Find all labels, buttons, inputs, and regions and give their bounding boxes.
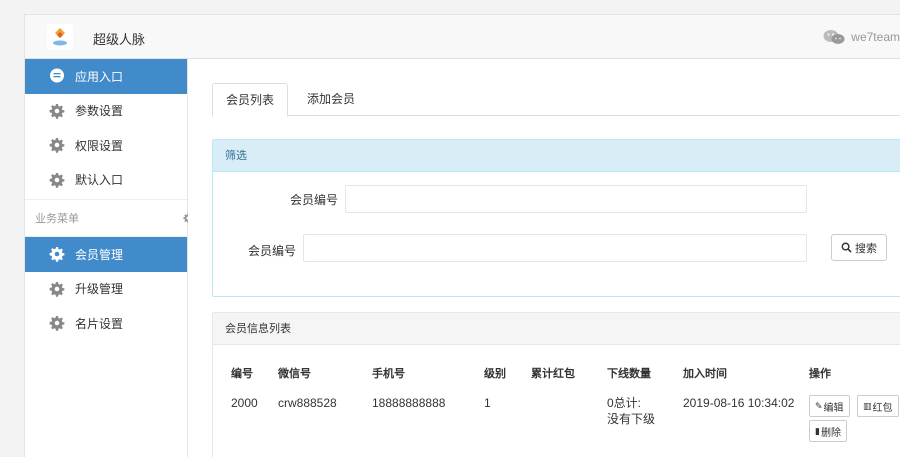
member-id-input[interactable] bbox=[345, 185, 807, 213]
sidebar-item-card-settings[interactable]: 名片设置 bbox=[25, 306, 187, 341]
sidebar-item-member-management[interactable]: 会员管理 bbox=[25, 237, 187, 272]
sidebar: 应用入口 参数设置 权限设置 默认入口 业务菜单 会员管理 升级管理 名片设置 bbox=[24, 59, 193, 457]
tab-bar: 会员列表 添加会员 bbox=[212, 83, 900, 117]
top-bar: 超级人脉 we7team bbox=[24, 14, 900, 59]
gear-icon bbox=[49, 172, 65, 188]
sidebar-item-parameter-settings[interactable]: 参数设置 bbox=[25, 94, 187, 129]
delete-button[interactable]: ▮ 删除 bbox=[809, 420, 847, 442]
cell-phone: 18888888888 bbox=[372, 396, 446, 410]
bar-chart-icon: ▥ bbox=[863, 400, 872, 411]
sidebar-item-label: 参数设置 bbox=[75, 104, 124, 119]
member-id-label: 会员编号 bbox=[290, 193, 339, 207]
cell-level: 1 bbox=[484, 396, 491, 410]
member-id-input-2[interactable] bbox=[303, 234, 807, 262]
cell-id: 2000 bbox=[231, 396, 258, 410]
sidebar-item-default-entry[interactable]: 默认入口 bbox=[25, 163, 187, 198]
red-packet-button[interactable]: ▥ 红包 bbox=[857, 395, 899, 417]
column-header-red-packet: 累计红包 bbox=[531, 368, 575, 380]
column-header-downline: 下线数量 bbox=[607, 368, 651, 380]
tab-member-list[interactable]: 会员列表 bbox=[212, 83, 289, 117]
tab-add-member[interactable]: 添加会员 bbox=[294, 83, 368, 116]
trash-icon: ▮ bbox=[815, 425, 820, 436]
column-header-operations: 操作 bbox=[809, 368, 831, 380]
app-logo-icon bbox=[47, 24, 73, 50]
sidebar-item-label: 权限设置 bbox=[75, 138, 124, 153]
sidebar-item-label: 默认入口 bbox=[75, 173, 124, 188]
edit-button[interactable]: ✎ 编辑 bbox=[809, 395, 850, 417]
sidebar-section-business-menu: 业务菜单 bbox=[25, 199, 193, 237]
filter-panel: 筛选 会员编号 会员编号 搜索 bbox=[212, 139, 900, 297]
cell-joined: 2019-08-16 10:34:02 bbox=[683, 396, 795, 410]
sidebar-item-label: 名片设置 bbox=[75, 316, 124, 331]
gear-icon bbox=[49, 281, 65, 297]
chat-bubble-icon bbox=[50, 68, 64, 83]
app-title: 超级人脉 bbox=[93, 32, 146, 47]
delete-button-label: 删除 bbox=[820, 427, 841, 439]
wechat-icon bbox=[823, 30, 845, 44]
cell-wechat: crw888528 bbox=[278, 396, 337, 410]
red-packet-button-label: 红包 bbox=[872, 402, 893, 414]
column-header-phone: 手机号 bbox=[372, 368, 405, 380]
member-list-panel: 会员信息列表 编号 微信号 手机号 级别 累计红包 下线数量 加入时间 操作 2… bbox=[212, 312, 900, 457]
sidebar-item-label: 会员管理 bbox=[75, 247, 124, 262]
sidebar-item-label: 升级管理 bbox=[75, 282, 124, 297]
search-icon bbox=[841, 242, 852, 253]
sidebar-section-label: 业务菜单 bbox=[35, 213, 79, 225]
column-header-joined: 加入时间 bbox=[683, 368, 727, 380]
filter-title: 筛选 bbox=[213, 140, 900, 172]
search-button[interactable]: 搜索 bbox=[831, 234, 887, 261]
gear-icon bbox=[49, 138, 65, 154]
column-header-id: 编号 bbox=[231, 368, 253, 380]
column-header-wechat: 微信号 bbox=[278, 368, 311, 380]
sidebar-item-permission-settings[interactable]: 权限设置 bbox=[25, 128, 187, 163]
account-name: we7team bbox=[851, 30, 900, 44]
cell-downline-total: 0总计: bbox=[607, 396, 642, 410]
gear-icon bbox=[49, 316, 65, 332]
column-header-level: 级别 bbox=[484, 368, 506, 380]
sidebar-item-label: 应用入口 bbox=[75, 69, 124, 84]
member-list-title: 会员信息列表 bbox=[213, 313, 900, 345]
sidebar-item-app-entry[interactable]: 应用入口 bbox=[25, 59, 187, 94]
search-button-label: 搜索 bbox=[855, 242, 877, 255]
edit-button-label: 编辑 bbox=[823, 402, 844, 414]
cell-downline-note: 没有下级 bbox=[607, 412, 656, 426]
sidebar-item-upgrade-management[interactable]: 升级管理 bbox=[25, 272, 187, 307]
account-menu[interactable]: we7team bbox=[823, 29, 900, 45]
edit-icon: ✎ bbox=[815, 400, 823, 411]
gear-icon bbox=[49, 103, 65, 119]
gear-icon bbox=[49, 247, 65, 263]
main-content: 会员列表 添加会员 筛选 会员编号 会员编号 搜索 会员信息列表 编号 微信号 … bbox=[188, 59, 900, 457]
member-id-label-2: 会员编号 bbox=[248, 244, 297, 258]
